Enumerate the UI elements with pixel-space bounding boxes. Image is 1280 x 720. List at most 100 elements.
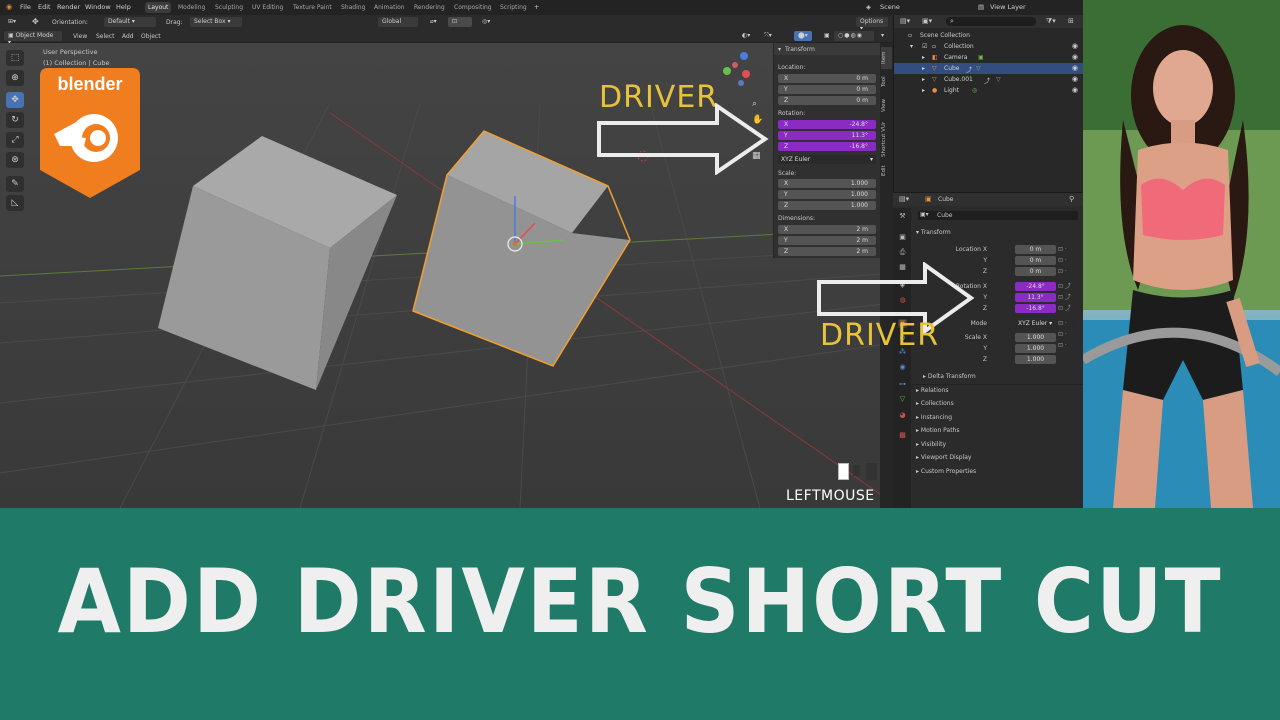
scale-z-field[interactable]: Z 1.000	[778, 201, 876, 210]
tab-shortcut-vur[interactable]: Shortcut VUr	[881, 119, 892, 159]
workspace-tab-compositing[interactable]: Compositing	[451, 2, 495, 13]
menu-select[interactable]: Select	[96, 33, 115, 40]
prop-location-x-field[interactable]: 0 m	[1015, 245, 1056, 254]
transform-space-select[interactable]: Global	[378, 17, 418, 27]
outliner-editor-icon[interactable]: ▤▾	[900, 17, 910, 25]
driver-lock-icon[interactable]: ⊡ ⤴	[1058, 281, 1082, 292]
transform-tool-icon[interactable]: ⊛	[6, 152, 24, 168]
orientation-select[interactable]: Default ▾	[104, 17, 156, 27]
mode-select[interactable]: ▣ Object Mode ▾	[4, 31, 62, 46]
checkbox-icon[interactable]: ☑	[922, 43, 927, 50]
motion-paths-section[interactable]: ▸ Motion Paths	[916, 427, 959, 434]
editor-type-icon[interactable]: ⊞▾	[4, 17, 20, 27]
visibility-icon[interactable]: ◐▾	[738, 31, 754, 41]
eye-icon[interactable]: ◉	[1072, 64, 1078, 72]
object-name-field[interactable]: ▣▾ Cube	[918, 211, 1078, 220]
add-workspace-icon[interactable]: +	[534, 3, 539, 11]
lock-icon[interactable]: ⊡ ·	[1058, 255, 1082, 266]
annotate-tool-icon[interactable]: ✎	[6, 176, 24, 192]
new-collection-icon[interactable]: ⊞	[1068, 17, 1074, 25]
rotation-x-field[interactable]: X -24.8°	[778, 120, 876, 129]
prop-rotation-x-field[interactable]: -24.8°	[1015, 282, 1056, 291]
workspace-tab-sculpting[interactable]: Sculpting	[212, 2, 246, 13]
outliner-row-collection[interactable]: ▾ ☑ ▫ Collection ◉	[894, 41, 1083, 52]
scene-name[interactable]: Scene	[880, 3, 900, 11]
location-x-field[interactable]: X 0 m	[778, 74, 876, 83]
cursor-tool-icon[interactable]: ⊕	[6, 70, 24, 86]
viewport-display-section[interactable]: ▸ Viewport Display	[916, 454, 971, 461]
delta-transform-section[interactable]: ▸ Delta Transform	[923, 373, 976, 380]
workspace-tab-animation[interactable]: Animation	[371, 2, 408, 13]
menu-file[interactable]: File	[20, 3, 31, 11]
lock-icon[interactable]: ⊡ ·	[1058, 329, 1082, 340]
custom-properties-section[interactable]: ▸ Custom Properties	[916, 468, 976, 475]
properties-editor-icon[interactable]: ▤▾	[899, 195, 909, 203]
outliner-row-cube[interactable]: ▸ ▽ Cube ⤴ ▽ ◉	[894, 63, 1083, 74]
workspace-tab-modeling[interactable]: Modeling	[175, 2, 208, 13]
options-button[interactable]: Options ▾	[856, 17, 888, 32]
gizmo-icon[interactable]: ⤧▾	[760, 31, 776, 41]
output-props-icon[interactable]: ⎙	[898, 248, 907, 257]
rotation-mode-select[interactable]: XYZ Euler ▾	[778, 155, 876, 164]
snap-toggle[interactable]: ⊡	[448, 17, 472, 27]
display-mode-icon[interactable]: ▣▾	[922, 17, 932, 25]
eye-icon[interactable]: ◉	[1072, 53, 1078, 61]
overlays-icon[interactable]: ⬤▾	[794, 31, 812, 41]
expand-arrow-icon[interactable]: ▾	[910, 43, 913, 50]
dimensions-z-field[interactable]: Z 2 m	[778, 247, 876, 256]
expand-arrow-icon[interactable]: ▸	[922, 87, 925, 94]
outliner-row-cube-001[interactable]: ▸ ▽ Cube.001 ⤴ ▽ ◉	[894, 74, 1083, 85]
mesh-data-props-icon[interactable]: ▽	[898, 395, 907, 404]
rotation-y-field[interactable]: Y 11.3°	[778, 131, 876, 140]
workspace-tab-scripting[interactable]: Scripting	[497, 2, 530, 13]
physics-props-icon[interactable]: ◉	[898, 363, 907, 372]
proportional-edit-icon[interactable]: ◎▾	[478, 17, 494, 27]
dimensions-y-field[interactable]: Y 2 m	[778, 236, 876, 245]
location-y-field[interactable]: Y 0 m	[778, 85, 876, 94]
workspace-tab-layout[interactable]: Layout	[145, 2, 172, 13]
tab-tool[interactable]: Tool	[881, 73, 892, 91]
eye-icon[interactable]: ◉	[1072, 75, 1078, 83]
prop-rotation-z-field[interactable]: -16.8°	[1015, 304, 1056, 313]
collections-section[interactable]: ▸ Collections	[916, 400, 954, 407]
menu-render[interactable]: Render	[57, 3, 80, 11]
prop-scale-z-field[interactable]: 1.000	[1015, 355, 1056, 364]
menu-object[interactable]: Object	[141, 33, 161, 40]
dimensions-x-field[interactable]: X 2 m	[778, 225, 876, 234]
expand-arrow-icon[interactable]: ▸	[922, 54, 925, 61]
npanel-header[interactable]: ▾ Transform	[774, 43, 881, 55]
tab-edit[interactable]: Edit	[881, 163, 892, 179]
workspace-tab-texture-paint[interactable]: Texture Paint	[290, 2, 335, 13]
material-props-icon[interactable]: ◕	[898, 411, 907, 420]
eye-icon[interactable]: ◉	[1072, 86, 1078, 94]
lock-icon[interactable]: ⊡ ·	[1058, 266, 1082, 277]
lock-icon[interactable]: ⊡ ·	[1058, 340, 1082, 351]
prop-rotation-y-field[interactable]: 11.3°	[1015, 293, 1056, 302]
tab-item[interactable]: Item	[881, 47, 892, 69]
menu-edit[interactable]: Edit	[38, 3, 51, 11]
transform-section-header[interactable]: ▾ Transform	[916, 229, 951, 236]
visibility-section[interactable]: ▸ Visibility	[916, 441, 946, 448]
view-layer-name[interactable]: View Layer	[990, 3, 1026, 11]
shading-options-icon[interactable]: ▾	[877, 31, 888, 41]
prop-location-y-field[interactable]: 0 m	[1015, 256, 1056, 265]
tab-view[interactable]: View	[881, 95, 892, 115]
driver-lock-icon[interactable]: ⊡ ⤴	[1058, 292, 1082, 303]
prop-location-z-field[interactable]: 0 m	[1015, 267, 1056, 276]
outliner-row-scene-collection[interactable]: ▫ Scene Collection	[894, 30, 1083, 41]
filter-icon[interactable]: ⧩▾	[1046, 17, 1056, 26]
rotation-z-field[interactable]: Z -16.8°	[778, 142, 876, 151]
constraints-props-icon[interactable]: ⊶	[898, 380, 907, 389]
prop-scale-y-field[interactable]: 1.000	[1015, 344, 1056, 353]
instancing-section[interactable]: ▸ Instancing	[916, 414, 952, 421]
xray-icon[interactable]: ▣	[820, 31, 834, 41]
scale-tool-icon[interactable]: ⤢	[6, 132, 24, 148]
scale-y-field[interactable]: Y 1.000	[778, 190, 876, 199]
workspace-tab-uv-editing[interactable]: UV Editing	[249, 2, 286, 13]
menu-view[interactable]: View	[73, 33, 87, 40]
scale-x-field[interactable]: X 1.000	[778, 179, 876, 188]
drag-select[interactable]: Select Box ▾	[190, 17, 242, 27]
expand-arrow-icon[interactable]: ▸	[922, 76, 925, 83]
prop-scale-x-field[interactable]: 1.000	[1015, 333, 1056, 342]
outliner-search-input[interactable]: ⌕	[946, 17, 1036, 26]
